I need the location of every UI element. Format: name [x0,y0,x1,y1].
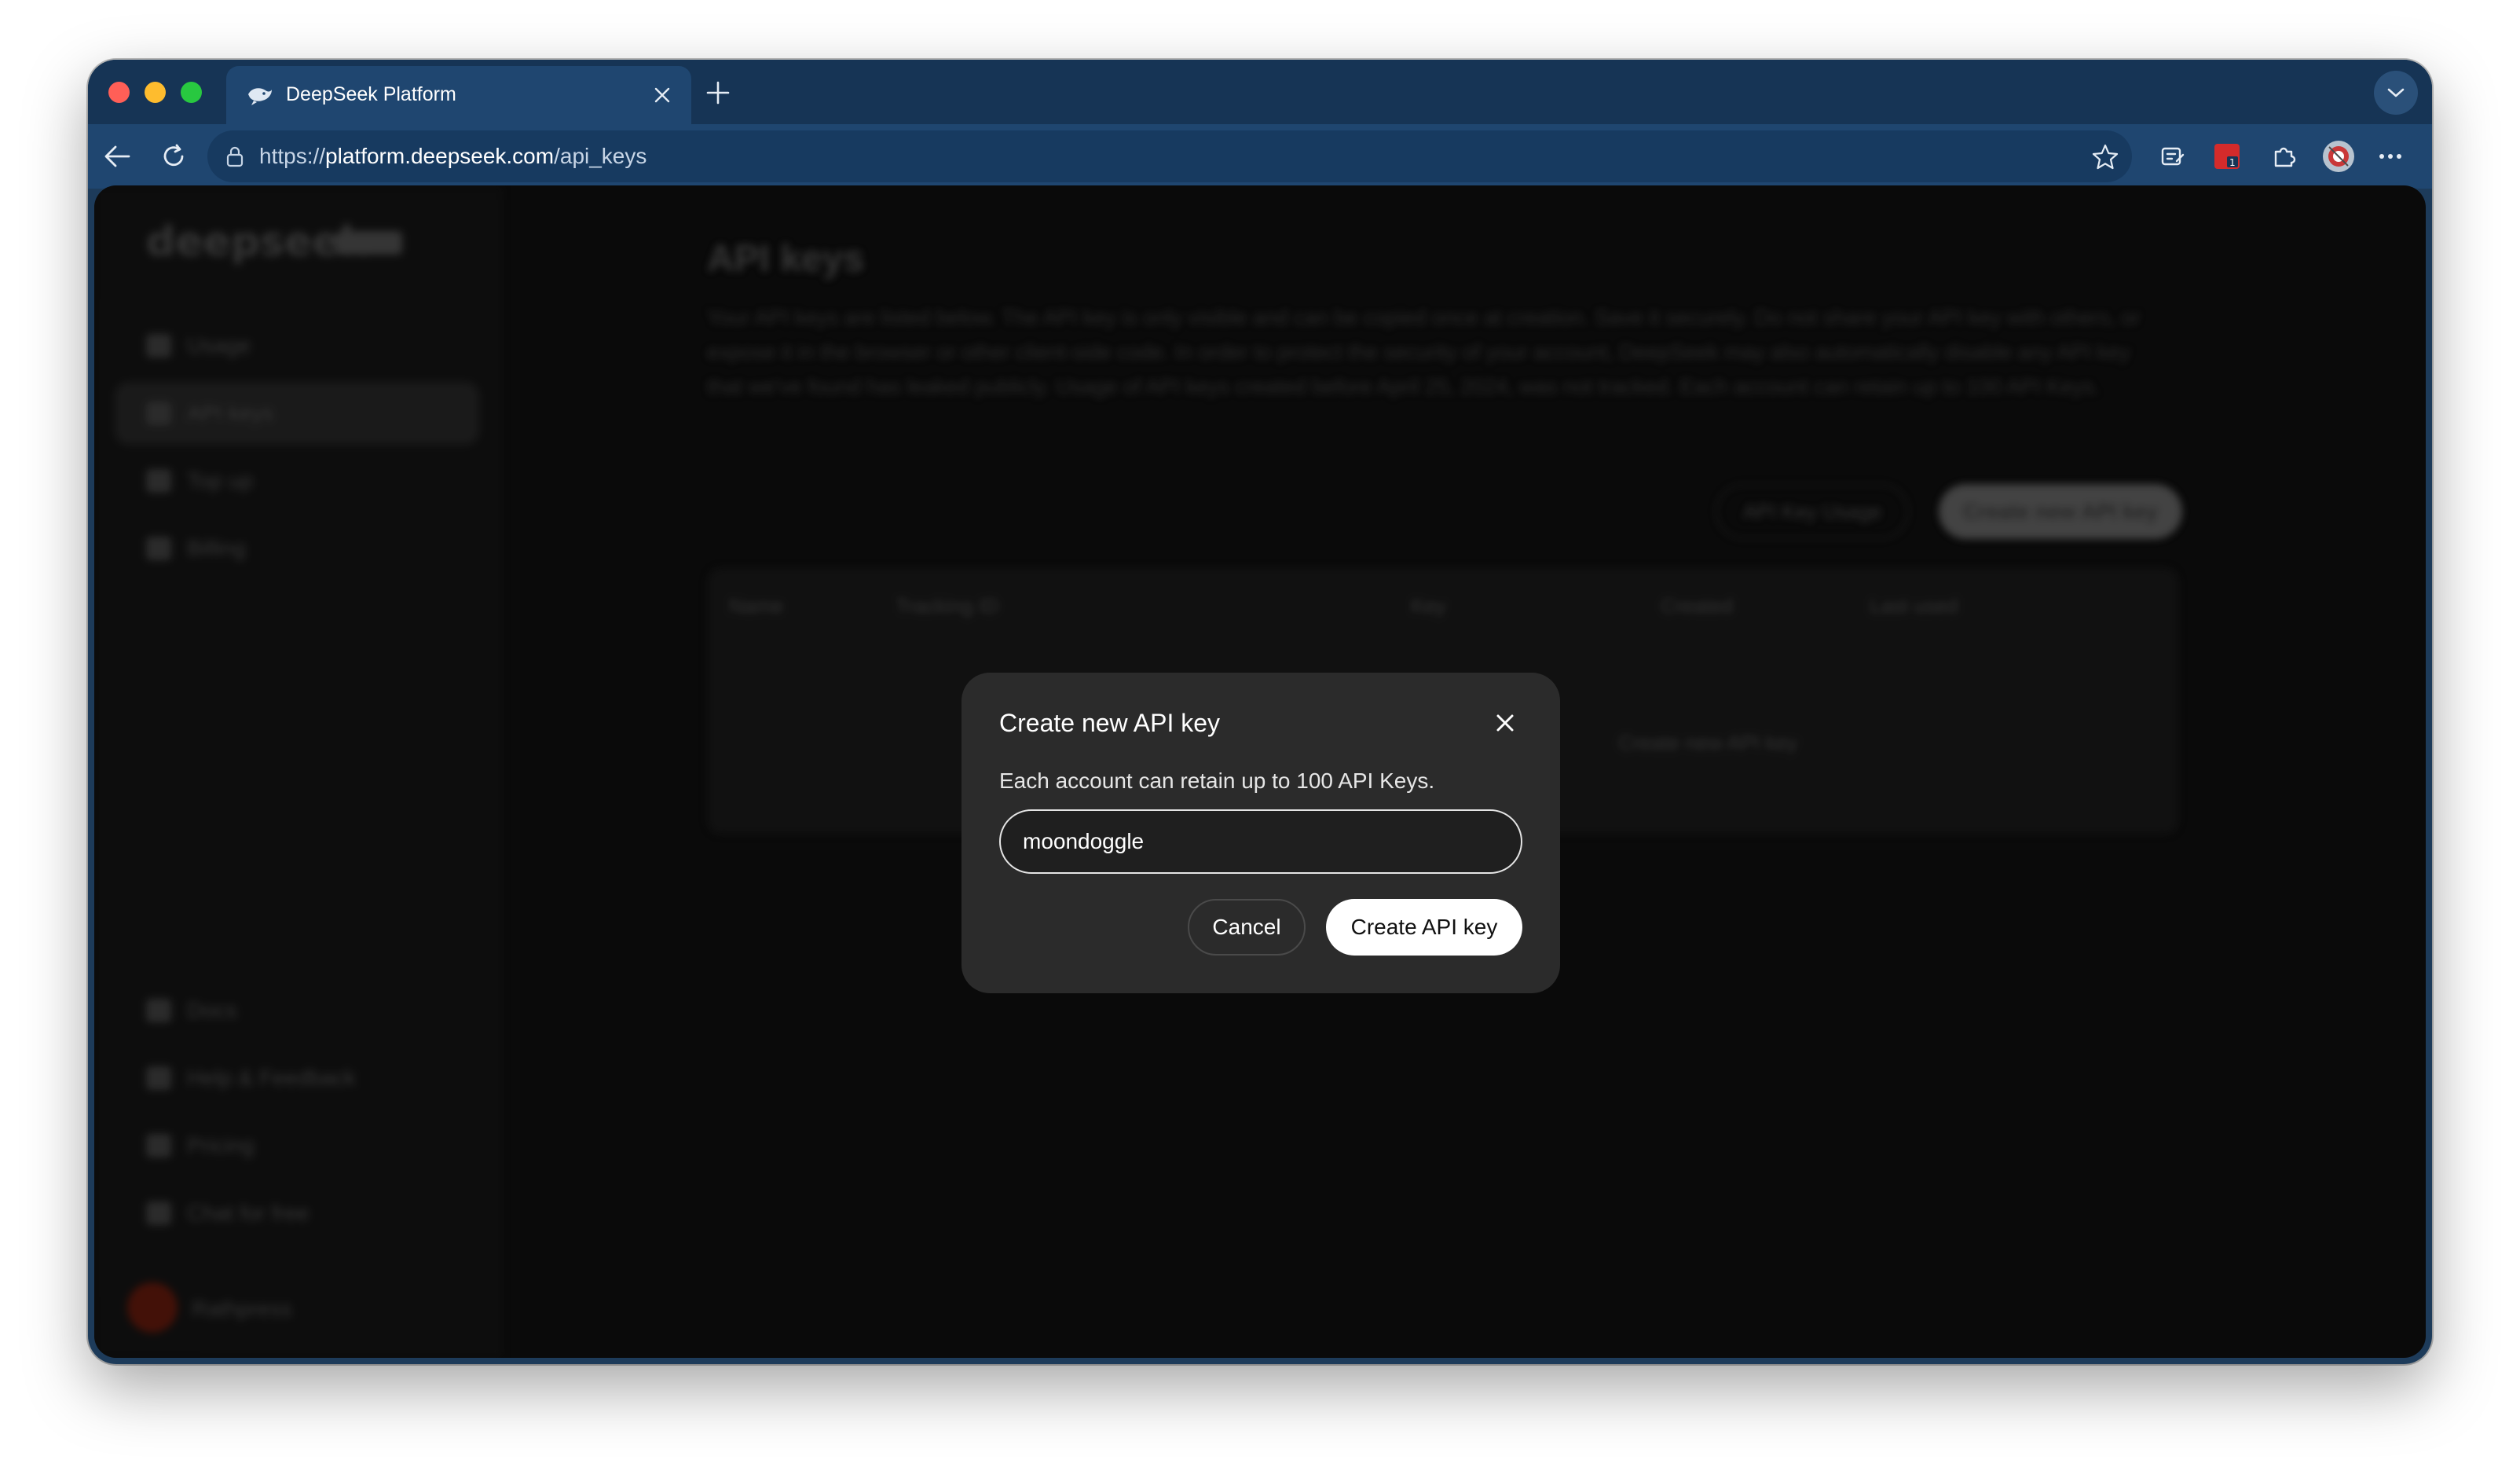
billing-icon [146,537,171,560]
wallet-icon [146,469,171,493]
tab-close-icon[interactable] [649,82,676,108]
cancel-button[interactable]: Cancel [1188,899,1306,956]
chevron-down-icon [2387,88,2405,97]
tab-list-dropdown[interactable] [2374,71,2418,115]
user-name: Rathpress [192,1297,292,1321]
maximize-window-button[interactable] [181,82,202,103]
sidebar-item-billing[interactable]: Billing [115,517,479,580]
reading-list-icon[interactable] [2154,138,2190,174]
browser-window: DeepSeek Platform https://platform.deeps… [88,60,2432,1364]
more-menu-icon[interactable] [2372,138,2408,174]
tab-title: DeepSeek Platform [286,83,456,105]
back-arrow-icon[interactable] [99,138,135,174]
sidebar-item-docs[interactable]: Docs [115,979,479,1042]
reload-icon[interactable] [156,138,192,174]
sidebar-item-label: Billing [187,536,246,560]
sidebar-item-top-up[interactable]: Top up [115,449,479,512]
browser-tab[interactable]: DeepSeek Platform [226,66,691,124]
bar-chart-icon [146,334,171,358]
svg-text:1: 1 [2229,157,2236,168]
new-tab-button[interactable] [701,75,735,110]
profile-avatar-icon[interactable] [2320,138,2357,174]
platform-badge [336,231,402,255]
address-bar[interactable]: https://platform.deepseek.com/api_keys [207,130,2132,182]
sidebar-item-label: Chat for free [187,1201,310,1225]
empty-state-text[interactable]: Create new API key [1618,731,1797,755]
help-icon [146,1066,171,1090]
sidebar-item-label: Docs [187,998,237,1022]
search-icon [146,402,171,425]
lock-icon [226,146,244,167]
sidebar-item-label: Usage [187,333,251,358]
sidebar-item-label: Help & Feedback [187,1066,356,1090]
url-text: https://platform.deepseek.com/api_keys [259,144,647,168]
extension-red-icon[interactable]: 1 [2209,138,2245,174]
page-content: deepseek Usage API keys Top up Billing D… [94,185,2426,1358]
sidebar-item-pricing[interactable]: Pricing [115,1114,479,1177]
tag-icon [146,1134,171,1157]
sidebar-item-help[interactable]: Help & Feedback [115,1047,479,1110]
star-icon[interactable] [2090,141,2121,173]
chat-icon [146,1201,171,1225]
close-window-button[interactable] [108,82,130,103]
sidebar-item-label: Top up [187,468,254,493]
sidebar-item-label: Pricing [187,1133,255,1157]
sidebar: deepseek Usage API keys Top up Billing D… [94,185,503,1358]
column-header: Last used [1870,594,1958,618]
sidebar-item-usage[interactable]: Usage [115,314,479,377]
sidebar-item-chat[interactable]: Chat for free [115,1182,479,1245]
column-header: Created [1661,594,1734,618]
column-header: Tracking ID [896,594,999,618]
minimize-window-button[interactable] [145,82,166,103]
column-header: Key [1411,594,1446,618]
browser-toolbar: https://platform.deepseek.com/api_keys 1 [88,124,2432,189]
api-key-usage-button[interactable]: API Key Usage [1716,484,1909,539]
create-api-key-button[interactable]: Create API key [1326,899,1522,956]
doc-icon [146,999,171,1022]
deepseek-whale-icon [248,88,272,105]
browser-titlebar: DeepSeek Platform [88,60,2432,124]
extensions-puzzle-icon[interactable] [2265,138,2302,174]
sidebar-item-label: API keys [187,401,274,425]
avatar[interactable] [127,1282,178,1333]
sidebar-item-api-keys[interactable]: API keys [115,382,479,445]
dialog-title: Create new API key [999,709,1221,737]
deepseek-logo: deepseek [146,218,368,266]
create-new-api-key-button[interactable]: Create new API key [1939,484,2182,539]
dialog-description: Each account can retain up to 100 API Ke… [999,769,1435,793]
column-header: Name [729,594,784,618]
page-title: API keys [707,238,865,280]
api-key-name-input[interactable] [999,809,1522,874]
close-icon[interactable] [1489,707,1521,739]
page-description: Your API keys are listed below. The API … [707,306,2141,398]
create-api-key-dialog: Create new API key Each account can reta… [961,673,1560,993]
